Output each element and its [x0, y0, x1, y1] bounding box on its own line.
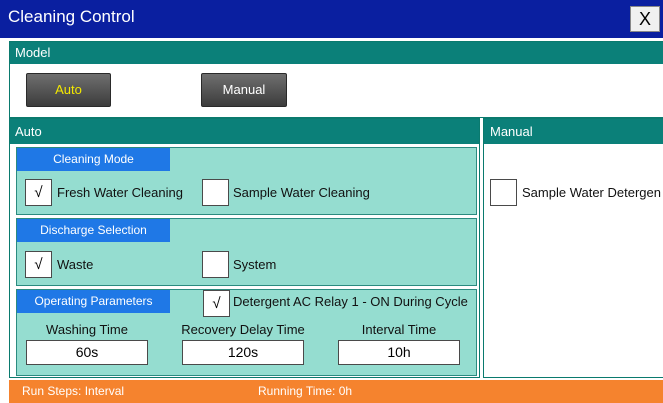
manual-detergent-label: Sample Water Detergen [522, 185, 661, 200]
interval-time-field[interactable]: 10h [338, 340, 460, 365]
sample-water-checkbox[interactable] [202, 179, 229, 206]
cleaning-mode-label: Cleaning Mode [17, 148, 170, 171]
waste-checkbox[interactable]: √ [25, 251, 52, 278]
window-title: Cleaning Control [8, 7, 135, 26]
interval-time-label: Interval Time [361, 322, 437, 337]
discharge-label: Discharge Selection [17, 219, 170, 242]
fresh-water-checkbox[interactable]: √ [25, 179, 52, 206]
operating-params-label: Operating Parameters [17, 290, 170, 313]
detergent-relay-label: Detergent AC Relay 1 - ON During Cycle [233, 294, 468, 309]
run-steps-status: Run Steps: Interval [22, 384, 125, 398]
recovery-delay-label: Recovery Delay Time [181, 322, 305, 337]
running-time-status: Running Time: 0h [258, 384, 353, 398]
system-checkbox[interactable] [202, 251, 229, 278]
manual-mode-button[interactable]: Manual [201, 73, 287, 107]
manual-panel [483, 118, 663, 378]
sample-water-label: Sample Water Cleaning [233, 185, 370, 200]
auto-mode-button[interactable]: Auto [26, 73, 111, 107]
model-panel-title: Model [15, 45, 51, 60]
fresh-water-label: Fresh Water Cleaning [57, 185, 183, 200]
manual-detergent-checkbox[interactable] [490, 179, 517, 206]
auto-panel-title: Auto [15, 124, 42, 139]
manual-panel-title: Manual [490, 124, 533, 139]
model-panel-header [10, 42, 663, 64]
waste-label: Waste [57, 257, 94, 272]
washing-time-label: Washing Time [46, 322, 128, 337]
detergent-relay-checkbox[interactable]: √ [203, 290, 230, 317]
auto-panel-header [10, 119, 479, 144]
recovery-delay-field[interactable]: 120s [182, 340, 304, 365]
washing-time-field[interactable]: 60s [26, 340, 148, 365]
close-button[interactable]: X [630, 6, 660, 32]
system-label: System [233, 257, 277, 272]
